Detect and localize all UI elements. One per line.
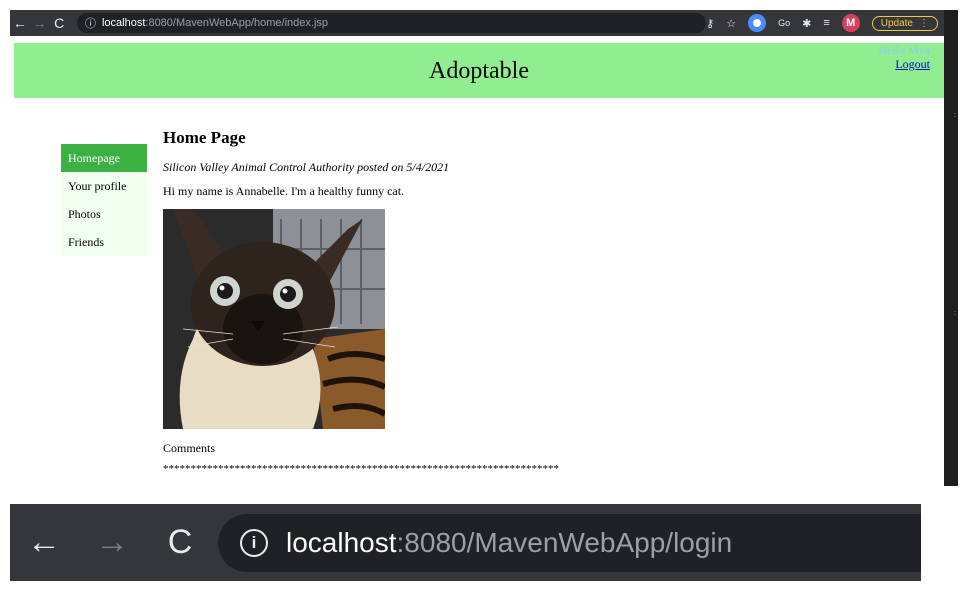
browser-toolbar-zoomed: ← → C i localhost:8080/MavenWebApp/login bbox=[10, 504, 921, 581]
forward-button[interactable]: → bbox=[30, 15, 50, 31]
puzzle-icon[interactable]: ✱ bbox=[802, 17, 811, 30]
toolbar-actions: ⚷ ☆ Go ✱ ≡ M Update ⋮ bbox=[706, 14, 944, 32]
comments-label: Comments bbox=[163, 441, 216, 455]
browser-toolbar: ← → C ⓘ localhost:8080/MavenWebApp/home/… bbox=[10, 10, 944, 36]
menu-icon: ⋮ bbox=[919, 17, 929, 29]
greeting-text: Hello Mya bbox=[878, 43, 930, 57]
site-header: Adoptable Hello Mya Logout bbox=[14, 43, 944, 98]
address-bar[interactable]: i localhost:8080/MavenWebApp/login bbox=[218, 513, 921, 572]
update-label: Update bbox=[880, 17, 913, 29]
info-icon[interactable]: i bbox=[240, 528, 268, 557]
post-body: Hi my name is Annabelle. I'm a healthy f… bbox=[163, 184, 405, 198]
sidebar-item-your-profile[interactable]: Your profile bbox=[61, 172, 147, 200]
key-icon[interactable]: ⚷ bbox=[706, 17, 714, 30]
reload-button[interactable]: C bbox=[49, 15, 69, 31]
reading-list-icon[interactable]: ≡ bbox=[823, 17, 829, 29]
info-icon[interactable]: ⓘ bbox=[85, 15, 96, 31]
go-extension-icon[interactable]: Go bbox=[778, 18, 790, 28]
forward-button[interactable]: → bbox=[78, 523, 146, 562]
reload-button[interactable]: C bbox=[146, 523, 214, 562]
address-bar[interactable]: ⓘ localhost:8080/MavenWebApp/home/index.… bbox=[76, 13, 707, 33]
messenger-extension-icon[interactable] bbox=[748, 14, 767, 32]
main-content: Home Page Silicon Valley Animal Control … bbox=[163, 128, 863, 475]
side-panel-strip: : : bbox=[944, 10, 958, 486]
star-icon[interactable]: ☆ bbox=[726, 17, 736, 30]
url-path: :8080/MavenWebApp/login bbox=[396, 526, 733, 558]
url-host: localhost bbox=[286, 526, 397, 558]
url-host: localhost bbox=[101, 17, 146, 29]
url-path: :8080/MavenWebApp/home/index.jsp bbox=[145, 17, 329, 29]
post-meta: Silicon Valley Animal Control Authority … bbox=[163, 160, 450, 174]
back-button[interactable]: ← bbox=[10, 523, 78, 562]
update-button[interactable]: Update ⋮ bbox=[871, 15, 938, 31]
site-title: Adoptable bbox=[429, 58, 529, 84]
sidebar-item-friends[interactable]: Friends bbox=[61, 228, 147, 256]
profile-avatar[interactable]: M bbox=[841, 14, 860, 32]
page-title: Home Page bbox=[163, 128, 246, 147]
sidebar-item-photos[interactable]: Photos bbox=[61, 200, 147, 228]
strip-mark: : bbox=[954, 308, 957, 317]
strip-mark: : bbox=[954, 110, 957, 119]
cat-photo bbox=[163, 209, 385, 429]
back-button[interactable]: ← bbox=[10, 15, 30, 31]
comments-divider: ****************************************… bbox=[163, 463, 559, 475]
logout-link[interactable]: Logout bbox=[895, 57, 930, 72]
sidebar-item-homepage[interactable]: Homepage bbox=[61, 144, 147, 172]
sidebar-nav: Homepage Your profile Photos Friends bbox=[61, 144, 147, 256]
